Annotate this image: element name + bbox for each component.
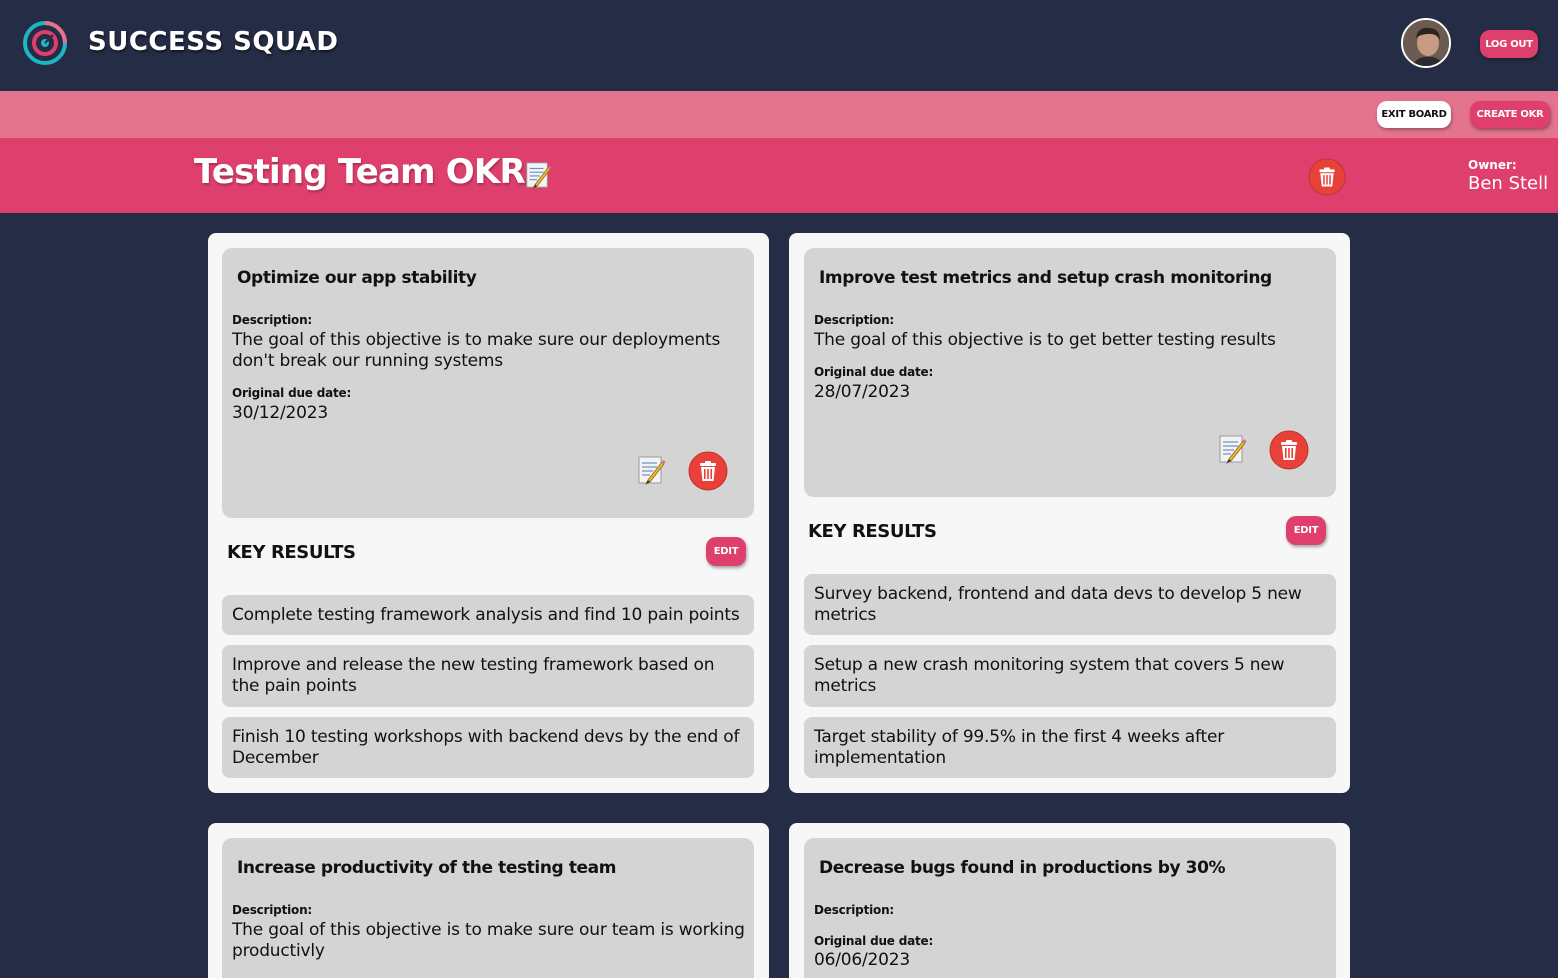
objective-title: Decrease bugs found in productions by 30… xyxy=(819,858,1226,878)
okr-card: Increase productivity of the testing tea… xyxy=(208,823,769,978)
objective-panel: Decrease bugs found in productions by 30… xyxy=(804,838,1336,978)
key-result-item: Complete testing framework analysis and … xyxy=(222,595,754,635)
okr-card: Improve test metrics and setup crash mon… xyxy=(789,233,1350,793)
key-results-heading: KEY RESULTS xyxy=(227,542,356,563)
edit-icon[interactable] xyxy=(636,454,666,486)
key-result-item: Survey backend, frontend and data devs t… xyxy=(804,574,1336,635)
objective-title: Optimize our app stability xyxy=(237,268,477,288)
logo-icon xyxy=(23,21,67,65)
description-text: The goal of this objective is to make su… xyxy=(232,920,745,961)
objective-panel: Optimize our app stability Description: … xyxy=(222,248,754,518)
due-date-label: Original due date: xyxy=(232,386,352,400)
edit-icon[interactable] xyxy=(1217,433,1247,465)
avatar[interactable] xyxy=(1401,18,1451,68)
okr-card: Optimize our app stability Description: … xyxy=(208,233,769,793)
description-label: Description: xyxy=(232,313,313,327)
trash-icon[interactable] xyxy=(1308,158,1346,196)
key-result-item: Improve and release the new testing fram… xyxy=(222,645,754,707)
objective-panel: Improve test metrics and setup crash mon… xyxy=(804,248,1336,497)
description-text: The goal of this objective is to make su… xyxy=(232,330,721,371)
due-date-label: Original due date: xyxy=(814,365,934,379)
board-toolbar xyxy=(0,91,1558,138)
exit-board-button[interactable]: EXIT BOARD xyxy=(1377,101,1451,128)
description-text: The goal of this objective is to get bet… xyxy=(814,330,1276,350)
due-date-value: 06/06/2023 xyxy=(814,950,910,970)
trash-icon[interactable] xyxy=(688,451,728,491)
key-result-item: Setup a new crash monitoring system that… xyxy=(804,645,1336,707)
objective-panel: Increase productivity of the testing tea… xyxy=(222,838,754,978)
edit-key-results-button[interactable]: EDIT xyxy=(1286,516,1326,545)
okr-card: Decrease bugs found in productions by 30… xyxy=(789,823,1350,978)
objective-title: Improve test metrics and setup crash mon… xyxy=(819,268,1272,288)
due-date-label: Original due date: xyxy=(814,934,934,948)
edit-icon[interactable] xyxy=(524,160,552,190)
due-date-value: 28/07/2023 xyxy=(814,382,910,402)
create-okr-button[interactable]: CREATE OKR xyxy=(1470,101,1550,128)
board-title: Testing Team OKRs xyxy=(194,152,545,192)
key-results-heading: KEY RESULTS xyxy=(808,521,937,542)
brand-name: SUCCESS SQUAD xyxy=(88,27,339,57)
logout-button[interactable]: LOG OUT xyxy=(1480,30,1538,58)
key-result-item: Finish 10 testing workshops with backend… xyxy=(222,717,754,778)
description-label: Description: xyxy=(814,313,895,327)
key-result-item: Target stability of 99.5% in the first 4… xyxy=(804,717,1336,778)
edit-key-results-button[interactable]: EDIT xyxy=(706,537,746,566)
owner-label: Owner: xyxy=(1468,158,1517,172)
description-label: Description: xyxy=(232,903,313,917)
objective-title: Increase productivity of the testing tea… xyxy=(237,858,617,878)
owner-name: Ben Stell xyxy=(1468,173,1549,194)
due-date-value: 30/12/2023 xyxy=(232,403,328,423)
description-label: Description: xyxy=(814,903,895,917)
trash-icon[interactable] xyxy=(1269,430,1309,470)
